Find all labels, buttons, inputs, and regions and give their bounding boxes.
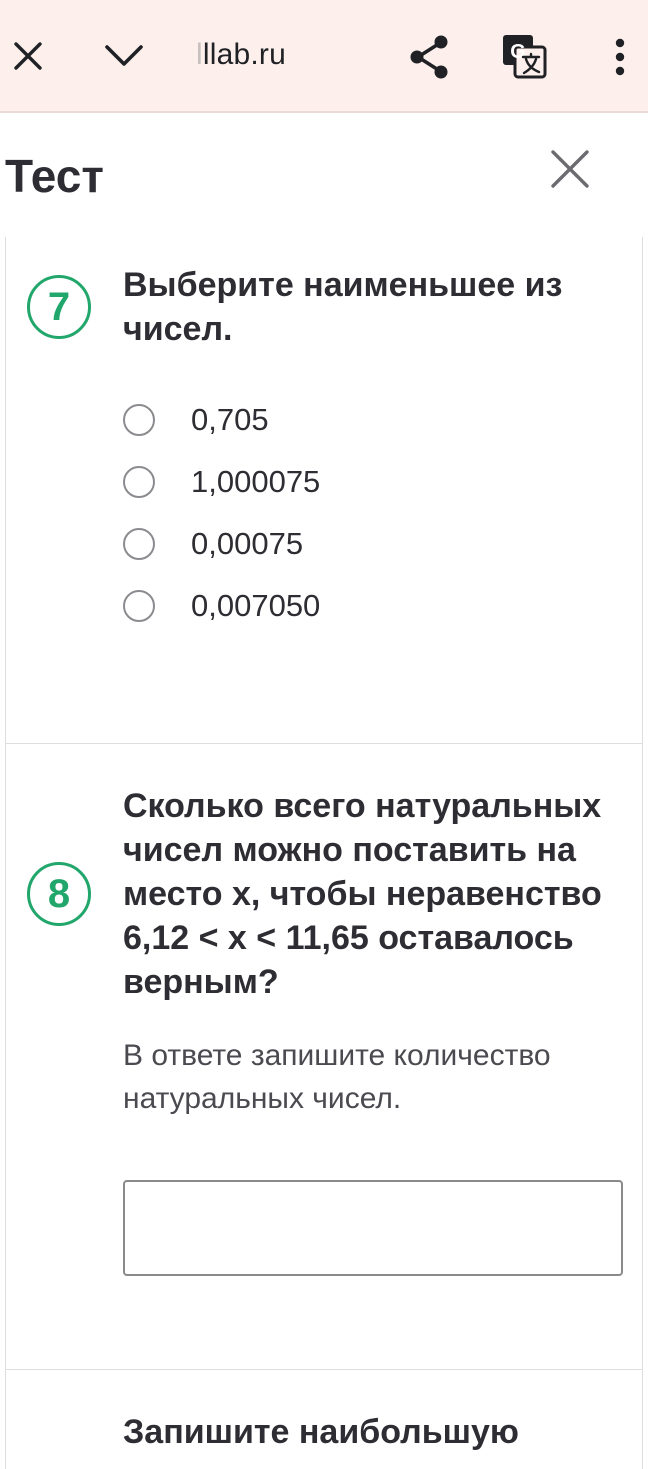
question-text: Сколько всего натуральных чисел можно по… [123,787,602,1001]
page-header: Тест [0,113,648,237]
question-hint: В ответе запишите количество натуральных… [123,1039,551,1115]
question-card-9: Запишите наибольшую [5,1369,643,1469]
browser-toolbar: lllab.ru G [0,0,648,113]
answer-input[interactable] [123,1180,623,1276]
question-text: Выберите наименьшее из чисел. [123,266,563,348]
question-card-8: 8 Сколько всего натуральных чисел можно … [5,743,643,1370]
option-label: 0,705 [191,402,269,437]
more-menu-icon[interactable] [606,34,634,80]
url-faded-prefix: l [196,38,203,71]
answer-options: 0,705 1,000075 0,00075 0,007050 [123,389,623,637]
question-card-7: 7 Выберите наименьшее из чисел. 0,705 1,… [5,237,643,744]
radio-button[interactable] [123,590,155,622]
option-label: 1,000075 [191,464,321,499]
question-number-badge: 7 [27,275,91,339]
translate-icon[interactable]: G [500,32,548,80]
answer-option[interactable]: 0,00075 [123,513,623,575]
radio-button[interactable] [123,404,155,436]
answer-option[interactable]: 0,007050 [123,575,623,637]
chevron-down-icon[interactable] [102,36,146,76]
close-tab-icon[interactable] [8,36,48,76]
radio-button[interactable] [123,528,155,560]
answer-option[interactable]: 1,000075 [123,451,623,513]
answer-option[interactable]: 0,705 [123,389,623,451]
radio-button[interactable] [123,466,155,498]
url-text: llab.ru [202,38,286,71]
close-icon[interactable] [548,147,592,191]
question-number-badge: 8 [27,862,91,926]
url-bar[interactable]: lllab.ru [196,38,286,72]
page-title: Тест [5,150,104,202]
share-icon[interactable] [406,32,452,82]
option-label: 0,007050 [191,588,321,623]
svg-text:G: G [510,41,526,63]
question-text: Запишите наибольшую [123,1413,519,1451]
option-label: 0,00075 [191,526,304,561]
